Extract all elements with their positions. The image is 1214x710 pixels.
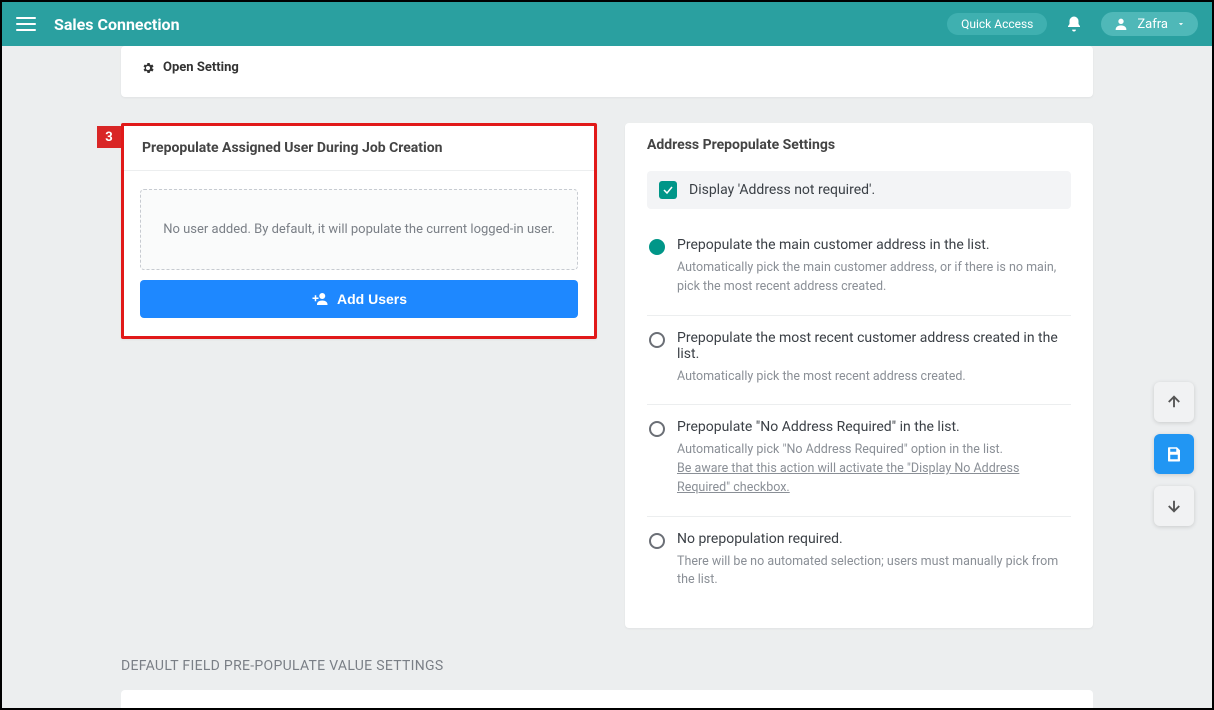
- arrow-up-icon: [1165, 393, 1183, 411]
- display-address-checkbox[interactable]: [659, 181, 677, 199]
- no-user-placeholder: No user added. By default, it will popul…: [140, 189, 578, 270]
- open-setting-label: Open Setting: [163, 60, 239, 75]
- address-prepopulate-title: Address Prepopulate Settings: [625, 123, 1093, 167]
- open-setting-button[interactable]: Open Setting: [141, 60, 1073, 75]
- radio-no-address-warn: Be aware that this action will activate …: [677, 461, 1019, 495]
- radio-main-desc: Automatically pick the main customer add…: [677, 259, 1071, 297]
- notifications-icon[interactable]: [1065, 15, 1083, 33]
- user-icon: [1113, 16, 1129, 32]
- radio-no-address-title: Prepopulate "No Address Required" in the…: [677, 419, 1071, 435]
- save-button[interactable]: [1154, 434, 1194, 474]
- radio-main-address[interactable]: [649, 239, 665, 255]
- settings-top-card: Open Setting: [121, 46, 1093, 97]
- address-option-recent: Prepopulate the most recent customer add…: [647, 316, 1071, 406]
- address-option-main: Prepopulate the main customer address in…: [647, 223, 1071, 316]
- radio-none-desc: There will be no automated selection; us…: [677, 553, 1071, 591]
- prepopulate-user-title: Prepopulate Assigned User During Job Cre…: [124, 126, 594, 171]
- user-name: Zafra: [1137, 17, 1168, 32]
- radio-none[interactable]: [649, 533, 665, 549]
- menu-icon[interactable]: [16, 17, 36, 31]
- add-users-button[interactable]: Add Users: [140, 280, 578, 318]
- topbar: Sales Connection Quick Access Zafra: [2, 2, 1212, 46]
- arrow-down-icon: [1165, 497, 1183, 515]
- gear-icon: [141, 61, 155, 75]
- radio-recent-desc: Automatically pick the most recent addre…: [677, 368, 1071, 387]
- radio-main-title: Prepopulate the main customer address in…: [677, 237, 1071, 253]
- scroll-up-button[interactable]: [1154, 382, 1194, 422]
- address-option-none: No prepopulation required. There will be…: [647, 517, 1071, 609]
- step-badge: 3: [97, 126, 121, 148]
- radio-no-address-desc: Automatically pick "No Address Required"…: [677, 442, 1003, 457]
- default-field-card: [121, 690, 1093, 708]
- display-address-label: Display 'Address not required'.: [689, 182, 875, 198]
- save-icon: [1165, 445, 1183, 463]
- add-users-label: Add Users: [337, 291, 407, 307]
- address-option-no-address: Prepopulate "No Address Required" in the…: [647, 405, 1071, 516]
- page-body: Open Setting 3 Prepopulate Assigned User…: [2, 46, 1212, 708]
- default-field-section-title: DEFAULT FIELD PRE-POPULATE VALUE SETTING…: [121, 658, 1093, 674]
- quick-access-button[interactable]: Quick Access: [947, 13, 1047, 35]
- display-address-not-required-row: Display 'Address not required'.: [647, 171, 1071, 209]
- radio-recent-address[interactable]: [649, 332, 665, 348]
- address-prepopulate-card: Address Prepopulate Settings Display 'Ad…: [625, 123, 1093, 628]
- scroll-down-button[interactable]: [1154, 486, 1194, 526]
- check-icon: [662, 184, 674, 196]
- add-user-icon: [311, 290, 329, 308]
- radio-no-address[interactable]: [649, 421, 665, 437]
- radio-recent-title: Prepopulate the most recent customer add…: [677, 330, 1071, 362]
- prepopulate-user-card: Prepopulate Assigned User During Job Cre…: [121, 123, 597, 339]
- radio-none-title: No prepopulation required.: [677, 531, 1071, 547]
- brand-title: Sales Connection: [54, 15, 180, 34]
- user-menu[interactable]: Zafra: [1101, 12, 1198, 36]
- floating-actions: [1154, 382, 1194, 526]
- chevron-down-icon: [1176, 19, 1186, 29]
